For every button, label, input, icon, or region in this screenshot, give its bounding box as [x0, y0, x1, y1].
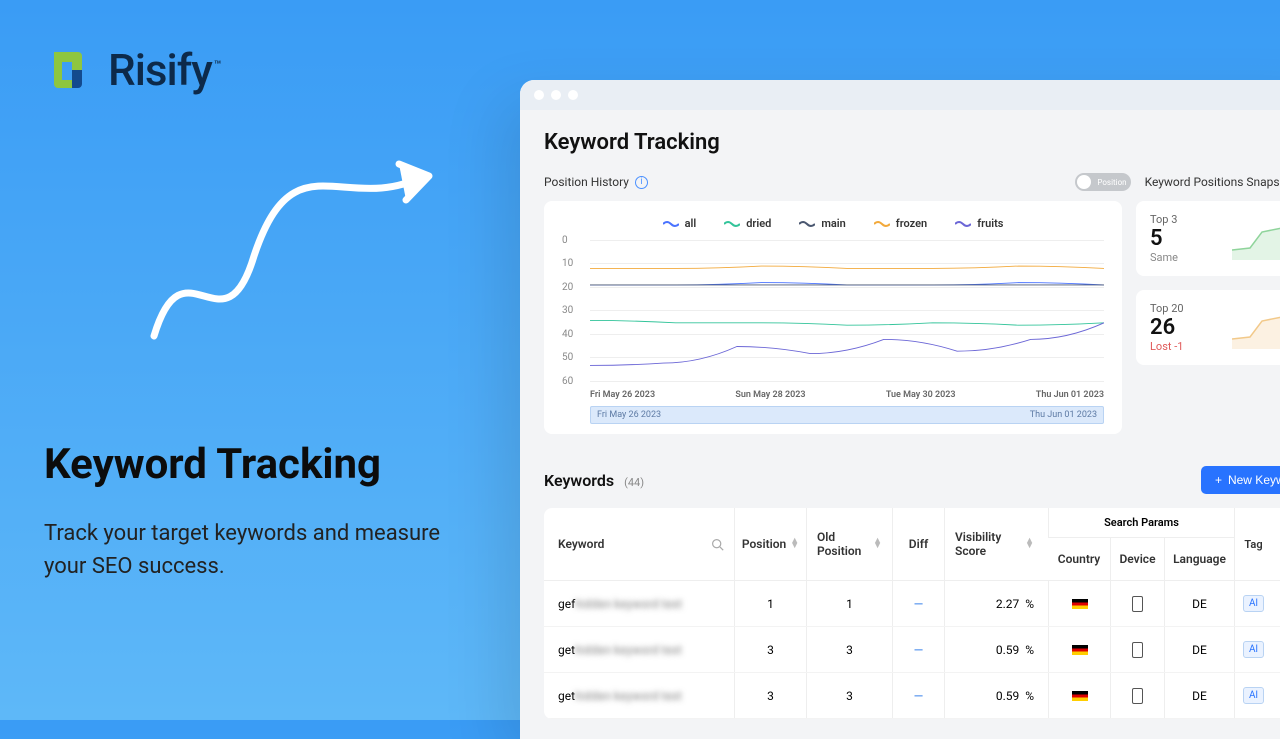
snapshot-value: 26 — [1150, 315, 1222, 340]
snapshot-label: Top 20 — [1150, 302, 1222, 315]
snapshot-label: Keyword Positions Snapshot i — [1145, 175, 1280, 189]
cell-keyword: gethidden keyword text — [544, 627, 734, 672]
sort-icon: ▲▼ — [1025, 539, 1034, 549]
col-device[interactable]: Device — [1110, 538, 1164, 580]
snapshot-card[interactable]: Top 20 26 Lost -1 — [1136, 290, 1280, 365]
info-icon[interactable]: i — [635, 176, 648, 189]
sparkline-icon — [1232, 307, 1280, 349]
cell-country — [1048, 627, 1110, 672]
snapshot-label: Top 3 — [1150, 213, 1222, 226]
cell-position: 3 — [734, 673, 806, 718]
table-header: Keyword Position▲▼ Old Position▲▼ Diff V… — [544, 508, 1280, 581]
x-tick: Tue May 30 2023 — [886, 390, 956, 400]
traffic-min-icon[interactable] — [551, 90, 561, 100]
cell-visibility: 2.27 % — [944, 581, 1048, 626]
keywords-title: Keywords (44) — [544, 471, 644, 490]
window-traffic-lights — [520, 80, 1280, 110]
snapshot-value: 5 — [1150, 226, 1222, 251]
col-visibility[interactable]: Visibility Score▲▼ — [944, 508, 1048, 580]
cell-old-position: 3 — [806, 627, 892, 672]
flag-de-icon — [1072, 599, 1088, 609]
position-history-chart: alldriedmainfrozenfruits 0102030405060 F… — [544, 201, 1122, 434]
cell-diff: — — [892, 627, 944, 672]
page-title: Keyword Tracking — [544, 130, 1280, 155]
x-tick: Sun May 28 2023 — [735, 390, 805, 400]
chart-legend: all dried main frozen fruits — [562, 217, 1104, 230]
promo-panel: Risify™ Keyword Tracking Track your targ… — [44, 44, 484, 583]
x-tick: Fri May 26 2023 — [590, 390, 655, 400]
cell-visibility: 0.59 % — [944, 627, 1048, 672]
app-window: Keyword Tracking Position History i Posi… — [520, 80, 1280, 739]
keywords-table: Keyword Position▲▼ Old Position▲▼ Diff V… — [544, 508, 1280, 719]
search-icon[interactable] — [711, 538, 724, 551]
new-keyword-button[interactable]: + New Keyword — [1201, 466, 1280, 494]
col-diff[interactable]: Diff — [892, 508, 944, 580]
position-history-label: Position History i — [544, 175, 648, 189]
cell-tag: Al — [1234, 627, 1272, 672]
mobile-icon — [1132, 688, 1143, 704]
decorative-arrow — [144, 156, 484, 360]
x-tick: Thu Jun 01 2023 — [1036, 390, 1104, 400]
legend-item[interactable]: dried — [724, 217, 771, 230]
snapshot-delta: Lost -1 — [1150, 340, 1222, 353]
chart-range-slider[interactable]: Fri May 26 2023 Thu Jun 01 2023 — [590, 406, 1104, 424]
col-language[interactable]: Language — [1164, 538, 1234, 580]
cell-diff: — — [892, 673, 944, 718]
traffic-close-icon[interactable] — [534, 90, 544, 100]
table-row[interactable]: gefhidden keyword text 1 1 — 2.27 % DE A… — [544, 581, 1280, 627]
cell-country — [1048, 673, 1110, 718]
cell-language: DE — [1164, 673, 1234, 718]
cell-position: 1 — [734, 581, 806, 626]
sparkline-icon — [1232, 218, 1280, 260]
chart-x-axis: Fri May 26 2023 Sun May 28 2023 Tue May 30… — [590, 390, 1104, 400]
cell-old-position: 3 — [806, 673, 892, 718]
col-search-params: Search Params — [1048, 508, 1234, 538]
promo-subheading: Track your target keywords and measure y… — [44, 517, 484, 583]
col-country[interactable]: Country — [1048, 538, 1110, 580]
legend-item[interactable]: all — [663, 217, 697, 230]
legend-item[interactable]: frozen — [874, 217, 927, 230]
mode-toggle[interactable]: Position — [1075, 173, 1131, 191]
col-keyword[interactable]: Keyword — [544, 508, 734, 580]
snapshot-delta: Same — [1150, 251, 1222, 264]
cell-position: 3 — [734, 627, 806, 672]
cell-language: DE — [1164, 581, 1234, 626]
cell-tag: Al — [1234, 673, 1272, 718]
legend-item[interactable]: fruits — [955, 217, 1003, 230]
cell-country — [1048, 581, 1110, 626]
col-old-position[interactable]: Old Position▲▼ — [806, 508, 892, 580]
cell-keyword: gefhidden keyword text — [544, 581, 734, 626]
cell-tag: Al — [1234, 581, 1272, 626]
plus-icon: + — [1215, 473, 1222, 487]
mobile-icon — [1132, 596, 1143, 612]
col-tag[interactable]: Tag — [1234, 508, 1272, 580]
cell-language: DE — [1164, 627, 1234, 672]
table-row[interactable]: gethidden keyword text 3 3 — 0.59 % DE A… — [544, 673, 1280, 719]
cell-visibility: 0.59 % — [944, 673, 1048, 718]
cell-keyword: gethidden keyword text — [544, 673, 734, 718]
snapshot-card[interactable]: Top 3 5 Same — [1136, 201, 1280, 276]
cell-device — [1110, 673, 1164, 718]
cell-old-position: 1 — [806, 581, 892, 626]
cell-device — [1110, 581, 1164, 626]
sort-icon: ▲▼ — [790, 539, 799, 549]
brand-logo: Risify™ — [44, 44, 484, 96]
promo-heading: Keyword Tracking — [44, 440, 484, 489]
mobile-icon — [1132, 642, 1143, 658]
brand-name: Risify™ — [108, 44, 220, 96]
sort-icon: ▲▼ — [873, 539, 882, 549]
logo-mark-icon — [44, 46, 92, 94]
traffic-max-icon[interactable] — [568, 90, 578, 100]
col-position[interactable]: Position▲▼ — [734, 508, 806, 580]
table-row[interactable]: gethidden keyword text 3 3 — 0.59 % DE A… — [544, 627, 1280, 673]
flag-de-icon — [1072, 691, 1088, 701]
cell-diff: — — [892, 581, 944, 626]
legend-item[interactable]: main — [799, 217, 845, 230]
flag-de-icon — [1072, 645, 1088, 655]
cell-device — [1110, 627, 1164, 672]
